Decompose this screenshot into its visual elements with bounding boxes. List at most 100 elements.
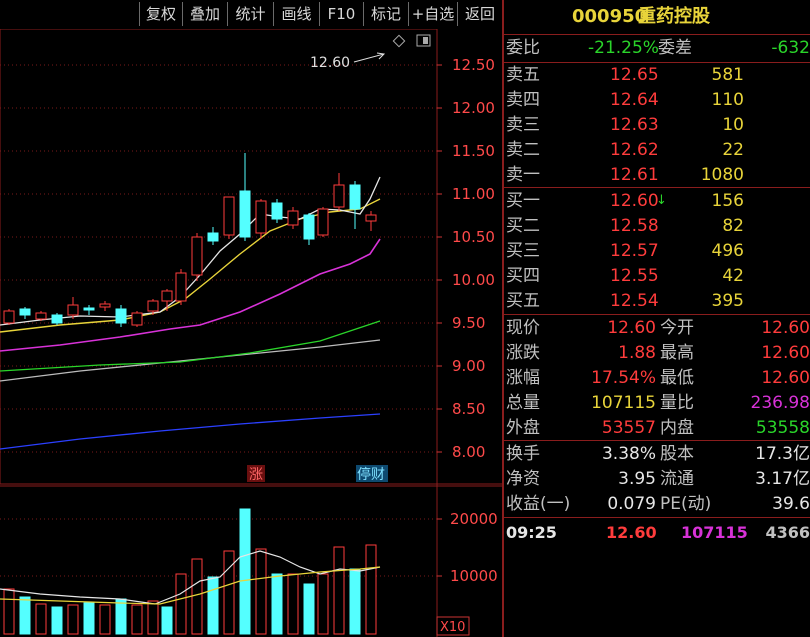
fund-label: 流通 [660, 469, 694, 489]
candle-body [147, 300, 159, 312]
stat-label: 最低 [660, 368, 694, 388]
ask-label: 卖一 [506, 165, 540, 185]
ask-label: 卖三 [506, 115, 540, 135]
diamond-icon[interactable] [392, 34, 406, 48]
panel-toggle-icon[interactable] [416, 34, 431, 47]
stock-name: 重药控股 [638, 6, 710, 27]
fund-value: 17.3亿 [755, 444, 810, 464]
volume-bar [175, 573, 187, 635]
ask-volume: 1080 [700, 165, 744, 185]
bid-volume: 496 [711, 241, 744, 261]
stat-label: 今开 [660, 318, 694, 338]
bid-row[interactable]: 买三 12.57 496 [506, 239, 810, 263]
divider [504, 187, 810, 188]
candle-body [333, 184, 345, 208]
stat-row: 总量 107115 量比 236.98 [506, 391, 810, 415]
ask-row[interactable]: 卖三 12.63 10 [506, 113, 810, 137]
stat-label: 总量 [506, 393, 540, 413]
volume-bar [3, 588, 15, 635]
back-button[interactable]: 返回 [457, 2, 502, 26]
tick-row[interactable]: 09:25 12.60 107115 4366 [506, 521, 810, 545]
stat-label: 涨幅 [506, 368, 540, 388]
stat-value: 12.60 [761, 343, 810, 363]
tick-count: 4366 [765, 523, 810, 542]
fund-row: 收益(一) 0.079 PE(动) 39.6 [506, 492, 810, 516]
ma-line-white [0, 176, 381, 326]
fund-label: 收益(一) [506, 494, 571, 514]
ask-row[interactable]: 卖二 12.62 22 [506, 138, 810, 162]
up-marker[interactable]: 涨 [249, 467, 263, 483]
volume-bar [317, 573, 329, 635]
stat-label: 量比 [660, 393, 694, 413]
bid-row[interactable]: 买五 12.54 395 [506, 289, 810, 313]
quote-panel: 000950 重药控股 委比 -21.25% 委差 -632 卖五 12.65 58… [502, 0, 810, 637]
volume-bar [303, 583, 315, 635]
stat-row: 涨幅 17.54% 最低 12.60 [506, 366, 810, 390]
candle-body [3, 310, 15, 324]
candle-body [255, 200, 267, 234]
bid-volume: 82 [722, 216, 744, 236]
bid-row[interactable]: 买四 12.55 42 [506, 264, 810, 288]
volume-bar [161, 606, 173, 635]
stat-value: 236.98 [750, 393, 810, 413]
bid-row[interactable]: 买二 12.58 82 [506, 214, 810, 238]
f10-button[interactable]: F10 [319, 2, 363, 26]
tick-volume: 107115 [681, 523, 748, 542]
stat-value: 1.88 [618, 343, 656, 363]
kline-chart[interactable]: 12.50 12.00 11.50 11.00 10.50 10.00 9.50 9.00 8.… [0, 29, 502, 637]
stat-label: 内盘 [660, 418, 694, 438]
fund-row: 换手 3.38% 股本 17.3亿 [506, 442, 810, 466]
ask-volume: 22 [722, 140, 744, 160]
price-tick-label: 11.00 [452, 185, 495, 203]
volume-bar [147, 600, 159, 635]
tongji-button[interactable]: 统计 [227, 2, 273, 26]
volume-axis: 20000 10000 [437, 510, 498, 585]
divider [504, 440, 810, 441]
diejia-button[interactable]: 叠加 [182, 2, 227, 26]
tick-time: 09:25 [506, 523, 557, 542]
candle-body [161, 290, 173, 302]
volume-tick-label: 20000 [450, 510, 498, 528]
volume-bar [333, 546, 345, 635]
bid-price: 12.57 [610, 241, 659, 261]
add-watchlist-button[interactable]: +自选 [408, 2, 457, 26]
price-tick-label: 11.50 [452, 142, 495, 160]
candle-body [99, 303, 111, 308]
tick-price: 12.60 [606, 523, 657, 542]
price-grid [0, 64, 437, 453]
fund-value: 3.95 [618, 469, 656, 489]
price-tick-label: 9.00 [452, 357, 485, 375]
volume-unit: X10 [440, 620, 465, 635]
fund-value: 0.079 [607, 494, 656, 514]
volume-bar [191, 558, 203, 635]
fund-label: 股本 [660, 444, 694, 464]
stat-value: 12.60 [607, 318, 656, 338]
volume-bar [287, 573, 299, 635]
fund-value: 39.6 [772, 494, 810, 514]
ask-row[interactable]: 卖一 12.61 1080 [506, 163, 810, 187]
bid-row[interactable]: 买一 12.60 156 ↓ [506, 189, 810, 213]
volume-bar [271, 573, 283, 635]
ask-row[interactable]: 卖五 12.65 581 [506, 63, 810, 87]
ask-volume: 110 [711, 90, 744, 110]
ask-row[interactable]: 卖四 12.64 110 [506, 88, 810, 112]
fund-label: PE(动) [660, 494, 712, 514]
volume-bar [35, 603, 47, 635]
stat-value: 17.54% [591, 368, 656, 388]
suspend-marker[interactable]: 停财 [357, 466, 385, 483]
candle-body [35, 312, 47, 320]
stat-label: 外盘 [506, 418, 540, 438]
stat-row: 涨跌 1.88 最高 12.60 [506, 341, 810, 365]
biaoji-button[interactable]: 标记 [363, 2, 408, 26]
ma-line-blue [0, 413, 381, 450]
huaxian-button[interactable]: 画线 [273, 2, 319, 26]
stat-value: 53557 [601, 418, 656, 438]
candle-body [83, 307, 95, 311]
stock-header: 000950 重药控股 [506, 5, 810, 31]
candle-body [223, 196, 235, 236]
ask-price: 12.64 [610, 90, 659, 110]
divider [504, 314, 810, 315]
price-tick-label: 8.00 [452, 443, 485, 461]
weibi-row: 委比 -21.25% 委差 -632 [506, 36, 810, 60]
fuquan-button[interactable]: 复权 [139, 2, 182, 26]
